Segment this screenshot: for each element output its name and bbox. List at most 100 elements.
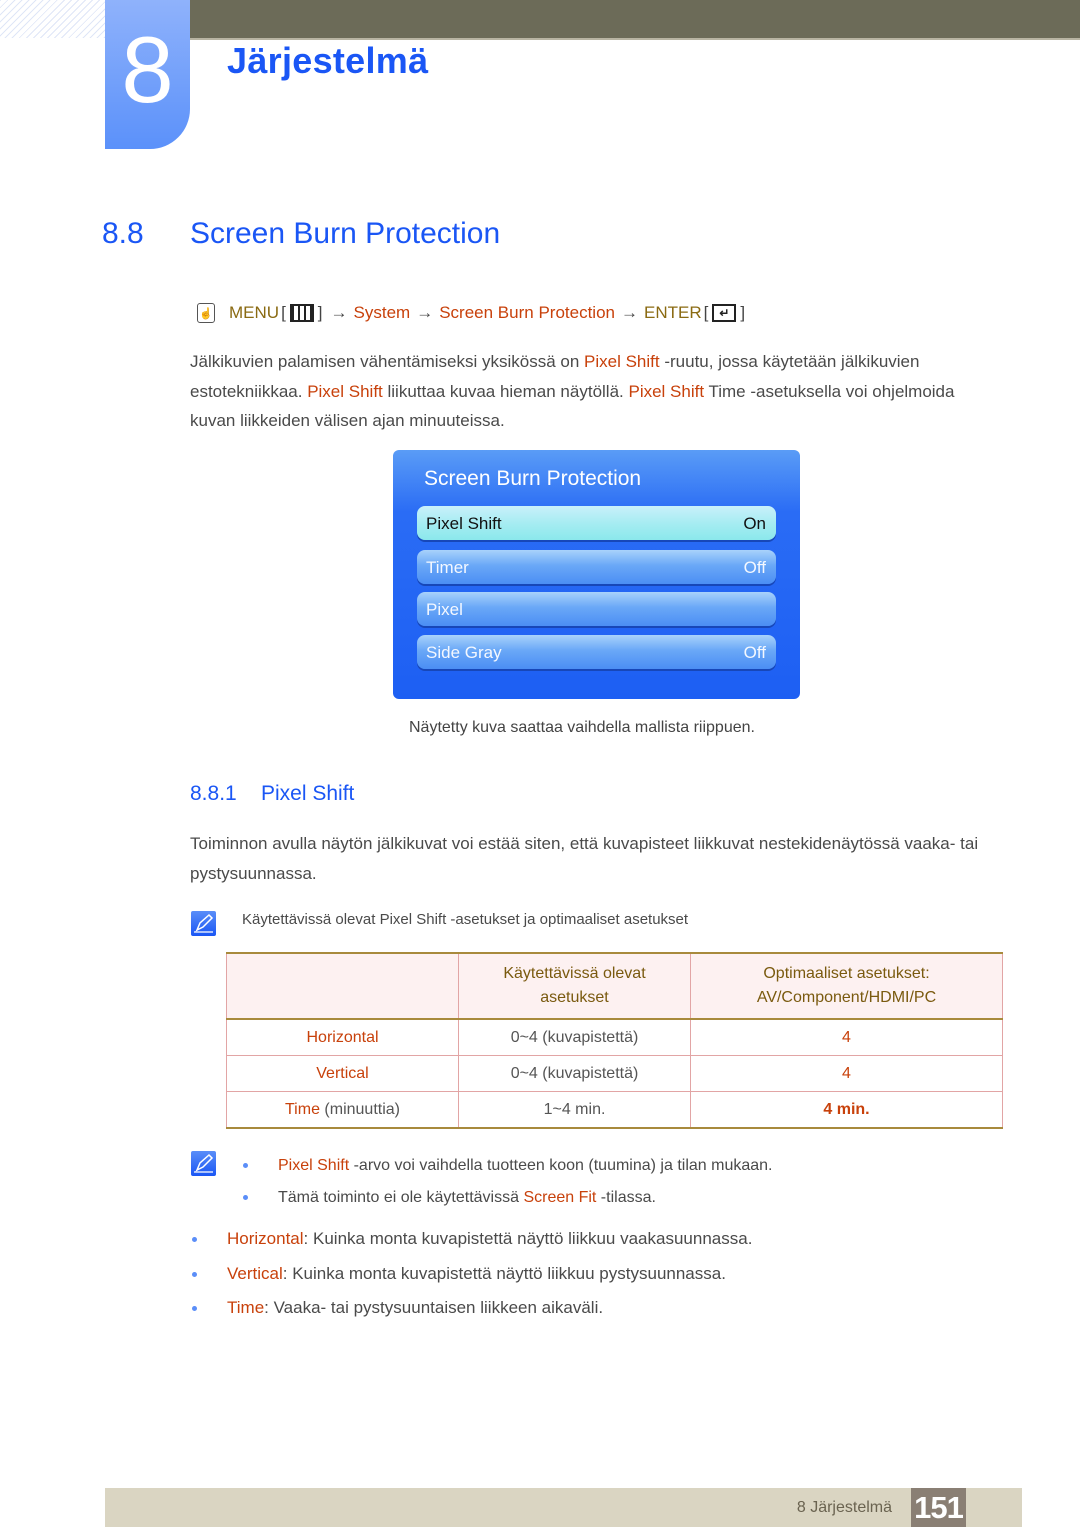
subsection-paragraph: Toiminnon avulla näytön jälkikuvat voi e… xyxy=(190,829,1005,888)
definition-text: : Kuinka monta kuvapistettä näyttö liikk… xyxy=(282,1263,726,1283)
header-bar xyxy=(190,0,1080,40)
text: kuvan liikkeiden välisen ajan minuuteiss… xyxy=(190,411,505,430)
text: -ruutu, jossa käytetään jälkikuvien xyxy=(659,352,920,371)
image-caption: Näytetty kuva saattaa vaihdella mallista… xyxy=(409,719,755,736)
bullet-dot xyxy=(243,1163,248,1168)
note-pencil-icon xyxy=(191,911,216,936)
subsection-number: 8.8.1 xyxy=(190,782,237,805)
row-range: 1~4 min. xyxy=(458,1091,691,1128)
definition-text: : Kuinka monta kuvapistettä näyttö liikk… xyxy=(303,1229,753,1248)
definition-text: : Vaaka- tai pystysuuntaisen liikkeen ai… xyxy=(264,1298,604,1317)
note-bullets: Pixel Shift -arvo voi vaihdella tuotteen… xyxy=(243,1150,772,1214)
definition-item: Horizontal: Kuinka monta kuvapistettä nä… xyxy=(192,1222,752,1257)
menu-label: MENU xyxy=(229,303,280,322)
row-range: 0~4 (kuvapistettä) xyxy=(458,1019,691,1056)
bullet-dot xyxy=(243,1195,248,1200)
text: Jälkikuvien palamisen vähentämiseksi yks… xyxy=(190,352,585,371)
arrow: → xyxy=(330,303,348,322)
osd-item-label: Timer xyxy=(426,558,469,577)
table-header-empty xyxy=(226,953,459,1020)
osd-item-label: Pixel xyxy=(426,600,463,619)
highlight-term: Pixel Shift xyxy=(628,381,705,401)
footer-chapter-label: 8 Järjestelmä xyxy=(796,1499,892,1516)
highlight-term: Pixel Shift xyxy=(584,352,660,371)
bullet-dot xyxy=(192,1306,197,1311)
section-heading: 8.8 Screen Burn Protection xyxy=(102,217,500,251)
menu-grid-icon xyxy=(289,304,314,322)
highlight-term: Screen Fit xyxy=(523,1189,597,1206)
highlight-term: Pixel Shift xyxy=(307,381,383,401)
definition-term: Horizontal xyxy=(227,1229,304,1248)
section-number: 8.8 xyxy=(102,217,144,250)
text: Toiminnon avulla näytön jälkikuvat voi e… xyxy=(190,834,979,853)
text: -tilassa. xyxy=(596,1189,656,1206)
osd-item-timer[interactable]: Timer Off xyxy=(417,550,776,584)
definition-term: Vertical xyxy=(227,1263,283,1283)
osd-item-pixel[interactable]: Pixel xyxy=(417,592,776,626)
chapter-title: Järjestelmä xyxy=(227,40,429,81)
definition-term: Time xyxy=(227,1298,265,1317)
table-row: Time (minuuttia) 1~4 min. 4 min. xyxy=(226,1091,1003,1128)
text: pystysuunnassa. xyxy=(190,863,317,883)
osd-title: Screen Burn Protection xyxy=(424,467,642,490)
page-number: 151 xyxy=(911,1488,966,1527)
intro-paragraph: Jälkikuvien palamisen vähentämiseksi yks… xyxy=(190,347,1005,436)
row-term: Horizontal xyxy=(306,1028,379,1046)
row-term: Vertical xyxy=(316,1064,369,1082)
text: estotekniikkaa. xyxy=(190,381,308,401)
subsection-heading: 8.8.1 Pixel Shift xyxy=(190,782,354,806)
note-bullet: Tämä toiminto ei ole käytettävissä Scree… xyxy=(243,1182,772,1214)
pixel-shift-settings-table: Käytettävissä olevat asetukset Optimaalis… xyxy=(226,952,1003,1129)
osd-item-value: Off xyxy=(743,558,766,577)
osd-item-value: Off xyxy=(743,643,766,662)
row-range: 0~4 (kuvapistettä) xyxy=(458,1055,691,1092)
osd-item-side-gray[interactable]: Side Gray Off xyxy=(417,635,776,669)
header-text: AV/Component/HDMI/PC xyxy=(756,989,937,1006)
page-footer: 8 Järjestelmä 151 xyxy=(105,1488,1022,1527)
bracket: [ xyxy=(703,303,709,322)
bracket: ] xyxy=(317,303,323,322)
menu-path-system: System xyxy=(353,303,411,322)
row-optimal: 4 xyxy=(690,1019,1003,1056)
decorative-hatch xyxy=(0,0,105,38)
menu-path-item: Screen Burn Protection xyxy=(439,303,615,322)
bullet-dot xyxy=(192,1237,197,1242)
note-bullet: Pixel Shift -arvo voi vaihdella tuotteen… xyxy=(243,1150,772,1182)
definition-list: Horizontal: Kuinka monta kuvapistettä nä… xyxy=(192,1222,752,1326)
arrow: → xyxy=(620,303,638,322)
note-text: Käytettävissä olevat Pixel Shift -asetuk… xyxy=(242,911,689,928)
osd-item-label: Side Gray xyxy=(426,643,502,662)
arrow: → xyxy=(416,303,434,322)
osd-menu-screenshot: Screen Burn Protection Pixel Shift On Ti… xyxy=(393,450,800,699)
table-header-optimal: Optimaaliset asetukset: AV/Component/HDMI… xyxy=(690,953,1003,1020)
row-optimal: 4 min. xyxy=(690,1091,1003,1128)
remote-hand-icon: ☝ xyxy=(197,303,215,323)
row-suffix: (minuuttia) xyxy=(319,1100,400,1118)
header-text: Käytettävissä olevat xyxy=(503,965,646,982)
definition-item: Time: Vaaka- tai pystysuuntaisen liikkee… xyxy=(192,1291,752,1326)
menu-path: ☝ MENU [] → System → Screen Burn Protect… xyxy=(197,303,747,323)
table-row: Vertical 0~4 (kuvapistettä) 4 xyxy=(226,1055,1003,1092)
enter-icon: ↵ xyxy=(712,304,737,322)
row-name: Time (minuuttia) xyxy=(226,1091,459,1128)
note-pencil-icon xyxy=(191,1151,216,1176)
chapter-number-tab: 8 xyxy=(105,0,190,149)
bullet-dot xyxy=(192,1271,197,1277)
osd-item-value: On xyxy=(743,514,766,533)
header-text: Optimaaliset asetukset: xyxy=(763,965,930,982)
section-title: Screen Burn Protection xyxy=(190,217,501,250)
row-optimal: 4 xyxy=(690,1055,1003,1092)
table-header-available: Käytettävissä olevat asetukset xyxy=(458,953,691,1020)
row-name: Vertical xyxy=(226,1055,459,1092)
header-text: asetukset xyxy=(540,989,609,1006)
row-name: Horizontal xyxy=(226,1019,459,1056)
bracket: [ xyxy=(281,303,286,322)
text: liikuttaa kuvaa hieman näytöllä. xyxy=(382,381,629,401)
osd-item-pixel-shift[interactable]: Pixel Shift On xyxy=(417,506,776,540)
highlight-term: Pixel Shift xyxy=(278,1157,350,1174)
text: Time -asetuksella voi ohjelmoida xyxy=(704,381,955,401)
osd-item-label: Pixel Shift xyxy=(426,514,502,533)
definition-item: Vertical: Kuinka monta kuvapistettä näyt… xyxy=(192,1257,752,1292)
enter-label: ENTER xyxy=(643,303,702,322)
row-term: Time xyxy=(285,1100,320,1118)
